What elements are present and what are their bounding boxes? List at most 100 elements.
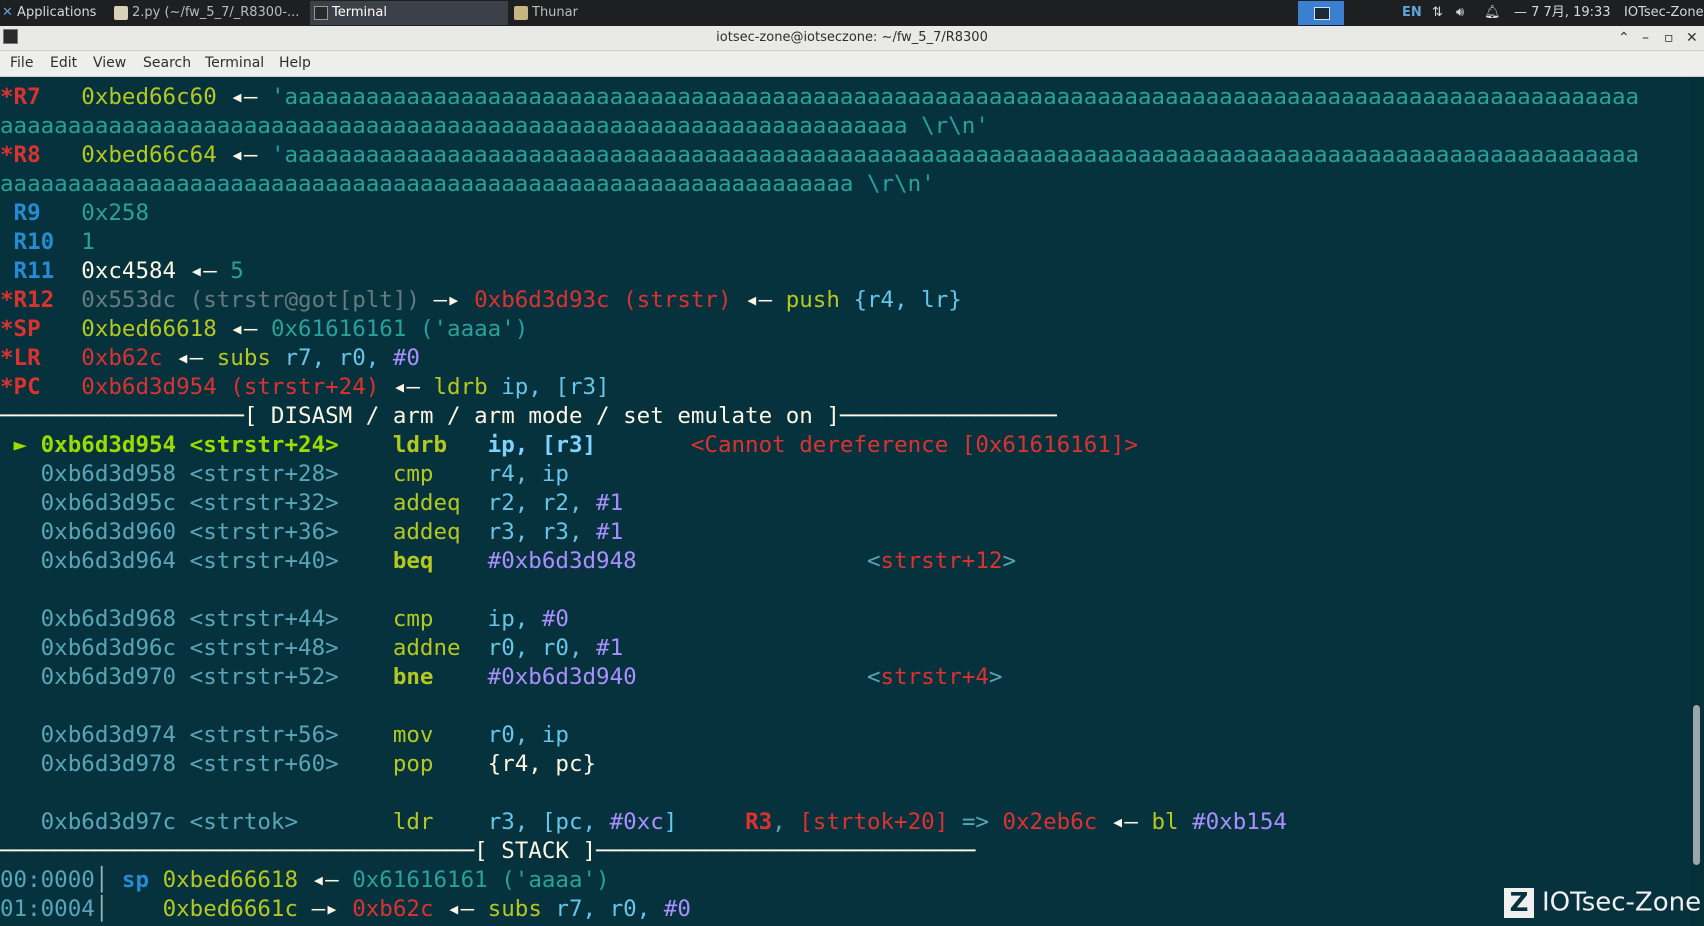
terminal-text: r4, ip [487, 461, 569, 487]
terminal-text: #0xc [609, 809, 664, 835]
terminal-text: <Cannot dereference [0x61616161]> [690, 432, 1138, 458]
minimize-icon[interactable]: – [1642, 26, 1649, 50]
terminal-text: , [772, 809, 800, 835]
terminal-text: 0xb6d3d958 <strstr+28> [40, 461, 339, 487]
terminal-line: 0xb6d3d97c <strtok> ldr r3, [pc, #0xc] R… [0, 808, 1287, 837]
terminal-text: 0xb6d3d968 <strstr+44> [40, 606, 339, 632]
terminal-text: ◂— [216, 84, 271, 110]
terminal-text: #0xb154 [1192, 809, 1287, 835]
menu-terminal[interactable]: Terminal [205, 51, 264, 76]
terminal-text: 0xbed66618 [162, 867, 299, 893]
terminal-text: ◂— [162, 345, 217, 371]
task-text-editor[interactable]: 2.py (~/fw_5_7/_R8300-... [110, 1, 308, 25]
workspace-switcher[interactable] [1298, 1, 1344, 25]
applications-menu[interactable]: ✕ Applications ⋮ [2, 0, 106, 26]
roll-up-icon[interactable]: ⌃ [1618, 26, 1630, 50]
terminal-text: r0, r0, [487, 635, 597, 661]
terminal-line: *SP 0xbed66618 ◂— 0x61616161 ('aaaa') [0, 315, 528, 344]
terminal-text: ──────────────────────────── [596, 838, 976, 864]
task-terminal[interactable]: Terminal [310, 1, 508, 25]
terminal-text: #0xb6d3d940 [487, 664, 637, 690]
terminal-text: bne [392, 664, 434, 690]
clock[interactable]: — 7 7月, 19:33 [1514, 0, 1611, 26]
terminal-output[interactable]: *R7 0xbed66c60 ◂— 'aaaaaaaaaaaaaaaaaaaaa… [0, 77, 1690, 926]
terminal-text: > [988, 664, 1003, 690]
terminal-text: ] [663, 809, 678, 835]
menu-file[interactable]: File [10, 51, 33, 76]
keyboard-layout[interactable]: EN [1402, 0, 1422, 26]
terminal-text: r0, ip [487, 722, 569, 748]
terminal-text: *SP [0, 316, 41, 342]
terminal-text: < [866, 664, 881, 690]
scrollbar-thumb[interactable] [1693, 705, 1700, 865]
menu-help[interactable]: Help [279, 51, 311, 76]
terminal-text: 0xb6d3d97c <strtok> [40, 809, 299, 835]
terminal-scrollbar[interactable] [1690, 77, 1704, 926]
network-icon[interactable]: ⇅ [1432, 0, 1443, 26]
terminal-text: 0xb62c [352, 896, 434, 922]
user-menu[interactable]: IOTsec-Zone [1624, 0, 1704, 26]
terminal-text: 0xbed66c64 [81, 142, 217, 168]
terminal-text: #0 [663, 896, 691, 922]
terminal-text: subs [487, 896, 556, 922]
terminal-text: bl [1151, 809, 1193, 835]
menu-view[interactable]: View [93, 51, 126, 76]
close-icon[interactable]: ✕ [1686, 26, 1698, 50]
terminal-line: 0xb6d3d970 <strstr+52> bne #0xb6d3d940 <… [0, 663, 1003, 692]
terminal-text: 0xb6d3d95c <strstr+32> [40, 490, 339, 516]
terminal-line: aaaaaaaaaaaaaaaaaaaaaaaaaaaaaaaaaaaaaaaa… [0, 170, 935, 199]
task-label: 2.py (~/fw_5_7/_R8300-... [132, 5, 300, 20]
terminal-text: strstr+12 [880, 548, 1003, 574]
terminal-text: 0xb6d3d964 <strstr+40> [40, 548, 339, 574]
notification-bell-icon[interactable]: 🔔︎ [1484, 0, 1501, 26]
terminal-line: 0xb6d3d964 <strstr+40> beq #0xb6d3d948 <… [0, 547, 1016, 576]
terminal-text: ─────────────────────────────────── [0, 838, 475, 864]
terminal-text: ip, [r3] [487, 432, 597, 458]
task-thunar[interactable]: Thunar [510, 1, 708, 25]
menu-search[interactable]: Search [143, 51, 191, 76]
terminal-text: addeq [392, 519, 461, 545]
terminal-text: 01:0004 [0, 896, 95, 922]
terminal-text: < [866, 548, 881, 574]
terminal-line: 0xb6d3d960 <strstr+36> addeq r3, r3, #1 [0, 518, 624, 547]
terminal-text: [strtok+20] [799, 809, 949, 835]
window-title: iotsec-zone@iotseczone: ~/fw_5_7/R8300 [716, 30, 988, 45]
terminal-text: sp [121, 867, 163, 893]
terminal-line: 0xb6d3d978 <strstr+60> pop {r4, pc} [0, 750, 596, 779]
terminal-text: R10 [0, 229, 55, 255]
maximize-icon[interactable]: ▫ [1664, 26, 1674, 50]
terminal-text: mov [392, 722, 434, 748]
terminal-text: 5 [230, 258, 244, 284]
terminal-text: 0x258 [81, 200, 150, 226]
terminal-text: ldrb [392, 432, 448, 458]
terminal-text: r7, r0, [555, 896, 664, 922]
terminal-text: ────────────────── [0, 403, 244, 429]
terminal-line: *R8 0xbed66c64 ◂— 'aaaaaaaaaaaaaaaaaaaaa… [0, 141, 1639, 170]
terminal-line: 0xb6d3d974 <strstr+56> mov r0, ip [0, 721, 569, 750]
menu-edit[interactable]: Edit [50, 51, 77, 76]
volume-icon[interactable]: 🔊︎ [1456, 0, 1464, 26]
